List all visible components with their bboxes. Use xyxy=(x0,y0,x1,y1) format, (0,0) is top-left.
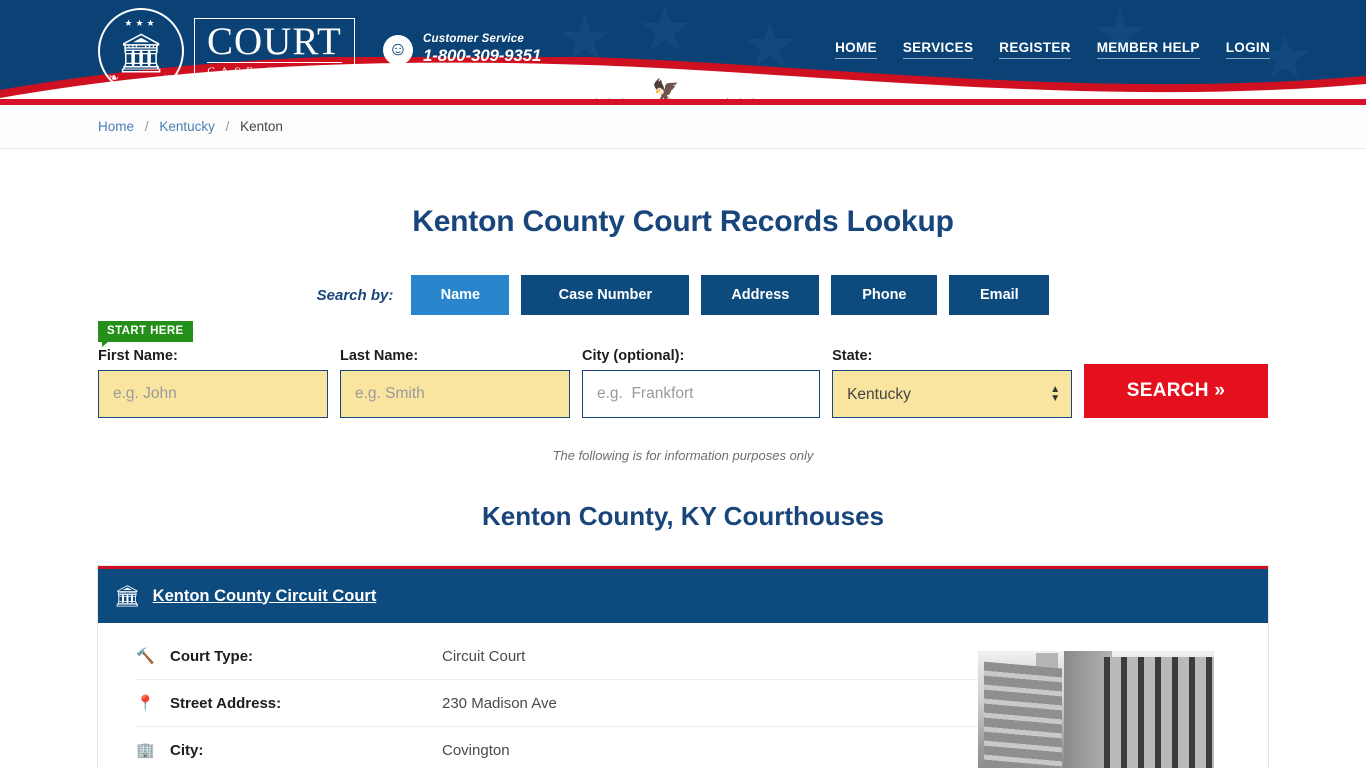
row-key: City: xyxy=(170,741,204,759)
logo-main-text: COURT xyxy=(207,19,342,64)
city-label: City (optional): xyxy=(582,348,685,364)
tab-phone[interactable]: Phone xyxy=(831,275,938,315)
customer-service-label: Customer Service xyxy=(423,33,524,45)
court-details-table: 🔨 Court Type: Circuit Court 📍 Street Add… xyxy=(98,623,978,768)
customer-service-phone[interactable]: 1-800-309-9351 xyxy=(423,46,541,66)
tab-address[interactable]: Address xyxy=(701,275,820,315)
table-row: 🔨 Court Type: Circuit Court xyxy=(136,633,978,680)
courthouse-icon: 🏛 xyxy=(114,584,141,608)
site-header: 🦅 ★★★ ★★★ ★★★ 🏛 ❧ ❧ COURT CASE FINDER ☺ … xyxy=(0,0,1366,105)
breadcrumb-state[interactable]: Kentucky xyxy=(159,119,215,134)
state-label: State: xyxy=(832,348,873,364)
main-navigation: HOME SERVICES REGISTER MEMBER HELP LOGIN xyxy=(835,40,1270,59)
courthouses-heading: Kenton County, KY Courthouses xyxy=(481,501,885,531)
breadcrumb-home[interactable]: Home xyxy=(98,119,134,134)
row-value: Circuit Court xyxy=(442,647,526,665)
state-field-group: State: Kentucky ▲ ▼ xyxy=(832,348,1073,418)
breadcrumb-current: Kenton xyxy=(240,119,283,134)
nav-item-services[interactable]: SERVICES xyxy=(902,40,974,59)
first-name-label: First Name: xyxy=(98,348,178,364)
map-pin-icon: 📍 xyxy=(136,695,155,712)
header-red-bar xyxy=(0,99,1366,105)
breadcrumb-separator-1: / xyxy=(144,119,149,134)
table-row: 📍 Street Address: 230 Madison Ave xyxy=(136,680,978,727)
courthouse-seal-icon: ★★★ 🏛 ❧ ❧ xyxy=(98,8,184,94)
search-by-label: Search by: xyxy=(316,286,394,304)
nav-item-register[interactable]: REGISTER xyxy=(999,40,1071,59)
last-name-label: Last Name: xyxy=(340,348,419,364)
row-key: Court Type: xyxy=(170,647,254,665)
start-here-badge: START HERE xyxy=(98,321,193,347)
gavel-icon: 🔨 xyxy=(136,648,155,665)
search-button[interactable]: SEARCH » xyxy=(1084,364,1268,418)
row-key: Street Address: xyxy=(170,694,282,712)
headset-support-icon: ☺ xyxy=(383,34,413,65)
breadcrumb-separator-2: / xyxy=(225,119,230,134)
search-form: START HERE First Name: Last Name: City (… xyxy=(98,315,1268,418)
page-title: Kenton County Court Records Lookup xyxy=(412,205,954,238)
court-photo-wrapper xyxy=(978,623,1268,768)
logo-sub-text: CASE FINDER xyxy=(207,66,342,79)
search-by-tabs: Search by: Name Case Number Address Phon… xyxy=(0,275,1366,315)
site-logo[interactable]: ★★★ 🏛 ❧ ❧ COURT CASE FINDER xyxy=(98,8,355,94)
courthouse-building-photo xyxy=(978,651,1214,768)
table-row: 🏢 City: Covington xyxy=(136,727,978,768)
nav-item-login[interactable]: LOGIN xyxy=(1225,40,1270,59)
court-name-link[interactable]: Kenton County Circuit Court xyxy=(153,587,377,606)
breadcrumb-bar: Home / Kentucky / Kenton xyxy=(0,105,1366,149)
last-name-field-group: Last Name: xyxy=(340,348,570,418)
court-card-header: 🏛 Kenton County Circuit Court xyxy=(98,569,1268,623)
last-name-input[interactable] xyxy=(340,370,570,418)
tab-email[interactable]: Email xyxy=(949,275,1050,315)
city-field-group: City (optional): xyxy=(582,348,821,418)
customer-service-block: ☺ Customer Service 1-800-309-9351 xyxy=(383,33,541,66)
first-name-input[interactable] xyxy=(98,370,328,418)
main-content: Kenton County Court Records Lookup Searc… xyxy=(0,149,1366,768)
first-name-field-group: First Name: xyxy=(98,348,328,418)
breadcrumb: Home / Kentucky / Kenton xyxy=(98,119,283,134)
city-icon: 🏢 xyxy=(136,742,155,759)
nav-item-home[interactable]: HOME xyxy=(835,40,877,59)
disclaimer-text: The following is for information purpose… xyxy=(552,448,814,463)
state-select[interactable]: Kentucky xyxy=(832,370,1073,418)
nav-item-member-help[interactable]: MEMBER HELP xyxy=(1096,40,1200,59)
row-value: 230 Madison Ave xyxy=(442,694,557,712)
court-card: 🏛 Kenton County Circuit Court 🔨 Court Ty… xyxy=(98,566,1268,768)
tab-name[interactable]: Name xyxy=(411,275,510,315)
tab-case-number[interactable]: Case Number xyxy=(521,275,690,315)
city-input[interactable] xyxy=(582,370,821,418)
row-value: Covington xyxy=(442,741,510,759)
